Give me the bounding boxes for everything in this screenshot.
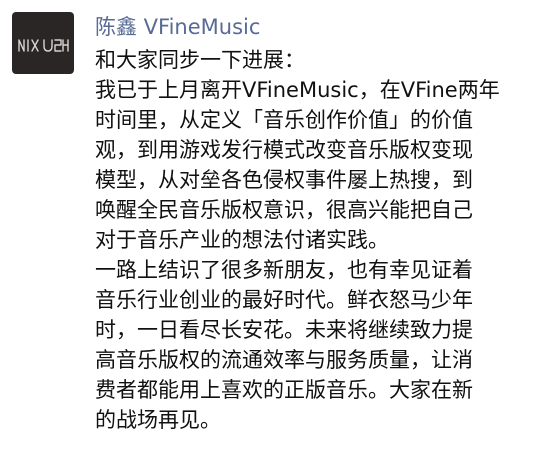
post-line: 高音乐版权的流通效率与服务质量，让消: [95, 348, 473, 372]
post-line: 和大家同步一下进展：: [95, 48, 305, 72]
avatar[interactable]: [12, 12, 74, 74]
post-line: 时间里，从定义「音乐创作价值」的价值: [95, 108, 473, 132]
post-line: 我已于上月离开VFineMusic，在VFine两年: [95, 78, 500, 102]
post-body: 和大家同步一下进展： 我已于上月离开VFineMusic，在VFine两年 时间…: [95, 45, 545, 435]
author-name-link[interactable]: 陈鑫 VFineMusic: [95, 12, 260, 42]
post-line: 模型，从对垒各色侵权事件屡上热搜，到: [95, 168, 473, 192]
moments-post: 陈鑫 VFineMusic 和大家同步一下进展： 我已于上月离开VFineMus…: [0, 0, 557, 462]
post-line: 对于音乐产业的想法付诸实践。: [95, 228, 389, 252]
post-line: 观，到用游戏发行模式改变音乐版权变现: [95, 138, 473, 162]
post-line: 一路上结识了很多新朋友，也有幸见证着: [95, 258, 473, 282]
post-line: 的战场再见。: [95, 408, 221, 432]
post-line: 费者都能用上喜欢的正版音乐。大家在新: [95, 378, 473, 402]
post-line: 时，一日看尽长安花。未来将继续致力提: [95, 318, 473, 342]
scribble-avatar-icon: [18, 39, 69, 52]
post-line: 唤醒全民音乐版权意识，很高兴能把自己: [95, 198, 473, 222]
post-line: 音乐行业创业的最好时代。鲜衣怒马少年: [95, 288, 473, 312]
